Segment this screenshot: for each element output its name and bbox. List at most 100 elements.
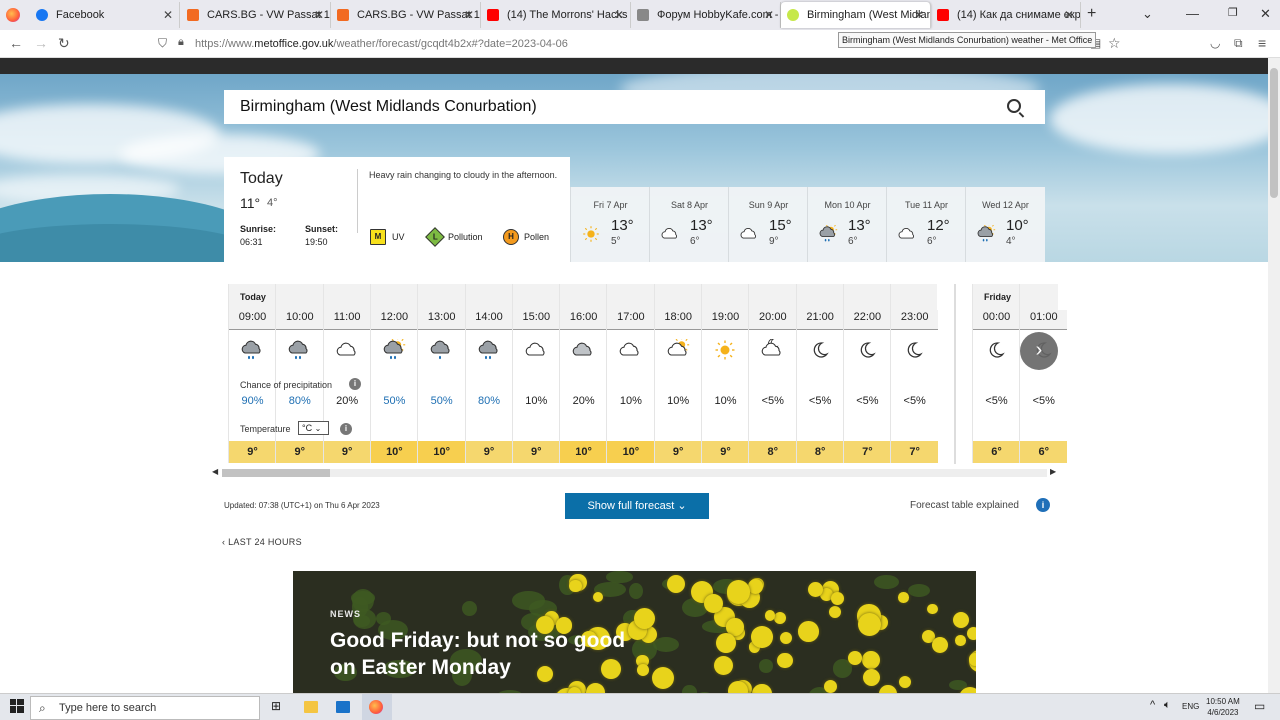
- precip-chance: <5%: [903, 395, 926, 407]
- scroll-left-icon[interactable]: ◀: [212, 467, 218, 476]
- info-icon[interactable]: i: [340, 423, 352, 435]
- leaf: [351, 591, 375, 605]
- cloud-icon: [525, 342, 545, 356]
- cloud-icon: [620, 342, 639, 356]
- hour-temp: 10°: [370, 441, 418, 463]
- volume-icon[interactable]: 🔈︎: [1164, 699, 1178, 711]
- leaf: [758, 659, 773, 673]
- taskbar-clock[interactable]: 10:50 AM 4/6/2023: [1206, 696, 1240, 718]
- info-icon[interactable]: i: [349, 378, 361, 390]
- tab-tooltip: Birmingham (West Midlands Conurbation) w…: [838, 32, 1097, 48]
- close-tab-icon[interactable]: ✕: [314, 2, 324, 28]
- last-24-hours-link[interactable]: ‹ LAST 24 HOURS: [222, 537, 302, 547]
- show-full-forecast-button[interactable]: Show full forecast ⌄: [565, 493, 709, 519]
- precip-chance: 10%: [619, 395, 642, 407]
- day-high-temp: 12°: [927, 217, 950, 234]
- forecast-table-explained-link[interactable]: Forecast table explained: [910, 500, 1019, 511]
- scroll-right-icon[interactable]: ▶: [1050, 467, 1056, 476]
- flower: [593, 591, 604, 602]
- unit-value: °C: [302, 423, 313, 433]
- flower: [747, 579, 763, 594]
- page-scrollbar[interactable]: [1268, 58, 1280, 693]
- tab-cars-2[interactable]: CARS.BG - VW Passat 1.9 110, 23 ✕: [331, 2, 481, 28]
- news-title[interactable]: Good Friday: but not so good on Easter M…: [330, 627, 630, 681]
- day-name: Fri 7 Apr: [593, 200, 628, 210]
- leaf: [682, 685, 697, 693]
- chevron-down-icon: ⌄: [314, 424, 322, 433]
- day-forecast-4[interactable]: Tue 11 Apr 12° 6°: [886, 187, 965, 262]
- light-rain-icon: [430, 340, 450, 360]
- day-forecast-3[interactable]: Mon 10 Apr 13° 6°: [807, 187, 886, 262]
- uv-badge-icon: M: [370, 229, 386, 245]
- show-hidden-icons-icon[interactable]: ^: [1150, 699, 1164, 711]
- precip-chance: 20%: [572, 395, 595, 407]
- day-high-temp: 13°: [611, 217, 634, 234]
- search-icon[interactable]: [1007, 99, 1021, 113]
- taskbar-search-input[interactable]: ⌕ Type here to search: [30, 696, 260, 720]
- close-window-icon[interactable]: ✕: [1260, 6, 1271, 22]
- hour-time: 23:00: [891, 310, 939, 330]
- shield-icon[interactable]: ⛉: [158, 36, 167, 51]
- lock-icon[interactable]: 🔒︎: [178, 36, 184, 49]
- reload-icon[interactable]: ↻: [58, 35, 70, 52]
- address-bar[interactable]: https://www.metoffice.gov.uk/weather/for…: [195, 38, 568, 50]
- extensions-icon[interactable]: ⧉: [1234, 36, 1243, 51]
- forward-icon[interactable]: →: [34, 35, 48, 51]
- today-summary-card[interactable]: Today 11° 4° Sunrise: 06:31 Sunset: 19:5…: [224, 157, 570, 263]
- tab-youtube-2[interactable]: (14) Как да снимаме екрана на ✕: [931, 2, 1081, 28]
- location-search-input[interactable]: Birmingham (West Midlands Conurbation): [224, 90, 1045, 124]
- restore-icon[interactable]: ❐: [1228, 6, 1238, 19]
- news-card[interactable]: NEWS Good Friday: but not so good on Eas…: [293, 571, 976, 693]
- notifications-icon[interactable]: ▭: [1254, 699, 1268, 713]
- firefox-menu-icon[interactable]: [6, 8, 20, 22]
- precip-chance: 80%: [288, 395, 311, 407]
- flower: [569, 579, 583, 593]
- day-forecast-5[interactable]: Wed 12 Apr 10° 4°: [965, 187, 1044, 262]
- hour-temp: 7°: [891, 441, 939, 463]
- close-tab-icon[interactable]: ✕: [764, 2, 774, 28]
- new-tab-icon[interactable]: +: [1087, 5, 1096, 23]
- bookmark-star-icon[interactable]: ☆: [1108, 35, 1121, 52]
- day-forecast-1[interactable]: Sat 8 Apr 13° 6°: [649, 187, 728, 262]
- minimize-icon[interactable]: —: [1186, 6, 1199, 21]
- input-language[interactable]: ENG: [1182, 702, 1199, 711]
- hour-time: 14:00: [465, 310, 513, 330]
- day-high-temp: 13°: [848, 217, 871, 234]
- list-tabs-icon[interactable]: ⌄: [1142, 6, 1153, 22]
- close-tab-icon[interactable]: ✕: [614, 2, 624, 28]
- tab-facebook[interactable]: Facebook ✕: [30, 2, 180, 28]
- info-icon[interactable]: i: [1036, 498, 1050, 512]
- app-menu-icon[interactable]: ≡: [1258, 35, 1266, 51]
- tab-hobbykafe[interactable]: Форум HobbyKafe.com - Пуб ✕: [631, 2, 781, 28]
- today-high-temp: 11°: [240, 195, 261, 211]
- windows-taskbar: ⌕ Type here to search ⊞ ^ 🔈︎ ENG 10:50 A…: [0, 693, 1280, 720]
- next-hours-button[interactable]: ›: [1020, 332, 1058, 370]
- hourly-horizontal-scrollbar[interactable]: ◀ ▶: [212, 467, 1057, 477]
- mail-icon[interactable]: [336, 701, 350, 713]
- pollen-label[interactable]: Pollen: [524, 232, 549, 242]
- close-tab-icon[interactable]: ✕: [163, 2, 173, 28]
- file-explorer-icon[interactable]: [304, 701, 318, 713]
- precip-chance: 10%: [667, 395, 690, 407]
- day-forecast-2[interactable]: Sun 9 Apr 15° 9°: [728, 187, 807, 262]
- close-tab-icon[interactable]: ✕: [914, 2, 924, 28]
- tab-cars-1[interactable]: CARS.BG - VW Passat 1.9tdi, 35( ✕: [181, 2, 331, 28]
- hour-column: 17:00 10% 10°: [606, 284, 655, 463]
- scroll-thumb[interactable]: [222, 469, 330, 477]
- close-tab-icon[interactable]: ✕: [464, 2, 474, 28]
- pollution-label[interactable]: Pollution: [448, 232, 483, 242]
- page-scroll-thumb[interactable]: [1270, 68, 1278, 198]
- temperature-unit-select[interactable]: °C ⌄: [298, 421, 329, 435]
- pocket-icon[interactable]: ◡: [1210, 36, 1220, 50]
- uv-label[interactable]: UV: [392, 232, 405, 242]
- partly-cloudy-night-icon: [761, 339, 781, 356]
- back-icon[interactable]: ←: [9, 35, 23, 51]
- day-forecast-0[interactable]: Fri 7 Apr 13° 5°: [570, 187, 649, 262]
- chevron-left-icon: ‹: [222, 537, 226, 547]
- hour-column: 22:00 <5% 7°: [842, 284, 891, 463]
- tab-met-office[interactable]: Birmingham (West Midlands C ✕: [781, 2, 931, 28]
- tab-youtube-1[interactable]: (14) The Morrons' Hacks - YouT ✕: [481, 2, 631, 28]
- close-tab-icon[interactable]: ✕: [1064, 2, 1074, 28]
- task-view-icon[interactable]: ⊞: [271, 699, 285, 713]
- windows-start-icon[interactable]: [10, 699, 24, 713]
